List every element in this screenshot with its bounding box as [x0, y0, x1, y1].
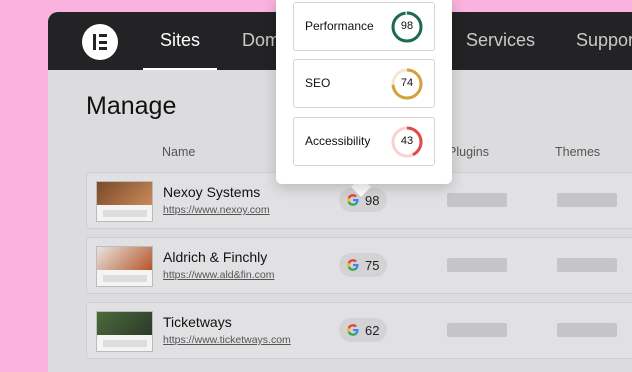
- plugins-placeholder: [447, 258, 507, 272]
- plugins-placeholder: [447, 193, 507, 207]
- page-title: Manage: [86, 92, 177, 120]
- google-g-icon: [347, 194, 359, 206]
- nav-tab-sites[interactable]: Sites: [160, 30, 200, 51]
- metric-value: 98: [400, 20, 414, 32]
- site-row[interactable]: Ticketways https://www.ticketways.com 62: [86, 302, 632, 359]
- metric-value: 43: [400, 135, 414, 147]
- metric-label: SEO: [305, 76, 331, 90]
- metric-label: Performance: [305, 19, 374, 33]
- plugins-placeholder: [447, 323, 507, 337]
- nav-tab-support[interactable]: Support: [576, 30, 632, 51]
- site-row[interactable]: Aldrich & Finchly https://www.ald&fin.co…: [86, 237, 632, 294]
- pagespeed-score: 75: [365, 258, 380, 273]
- site-url-link[interactable]: https://www.ald&fin.com: [163, 269, 274, 281]
- google-g-icon: [347, 259, 359, 271]
- google-g-icon: [347, 324, 359, 336]
- site-name[interactable]: Nexoy Systems: [163, 184, 260, 200]
- site-url-link[interactable]: https://www.ticketways.com: [163, 334, 291, 346]
- nav-tab-services[interactable]: Services: [466, 30, 535, 51]
- site-name[interactable]: Aldrich & Finchly: [163, 249, 267, 265]
- site-thumbnail: [96, 181, 153, 222]
- site-url-link[interactable]: https://www.nexoy.com: [163, 204, 270, 216]
- column-header-plugins: Plugins: [448, 145, 489, 159]
- active-tab-indicator: [143, 68, 217, 70]
- pagespeed-score: 98: [365, 193, 380, 208]
- metric-card-accessibility: Accessibility 43: [293, 117, 435, 166]
- elementor-logo-icon[interactable]: [82, 24, 118, 60]
- themes-placeholder: [557, 258, 617, 272]
- metric-card-performance: Performance 98: [293, 2, 435, 51]
- metric-value: 74: [400, 77, 414, 89]
- themes-placeholder: [557, 323, 617, 337]
- site-thumbnail: [96, 246, 153, 287]
- score-breakdown-popup: Performance 98 SEO 74 Accessibility 43: [276, 0, 452, 184]
- pagespeed-score-badge[interactable]: 75: [339, 253, 387, 277]
- themes-placeholder: [557, 193, 617, 207]
- site-name[interactable]: Ticketways: [163, 314, 232, 330]
- metric-label: Accessibility: [305, 134, 371, 148]
- site-thumbnail: [96, 311, 153, 352]
- pagespeed-score-badge[interactable]: 62: [339, 318, 387, 342]
- column-header-themes: Themes: [555, 145, 601, 159]
- pagespeed-score: 62: [365, 323, 380, 338]
- metric-card-seo: SEO 74: [293, 59, 435, 108]
- column-header-name: Name: [162, 145, 196, 159]
